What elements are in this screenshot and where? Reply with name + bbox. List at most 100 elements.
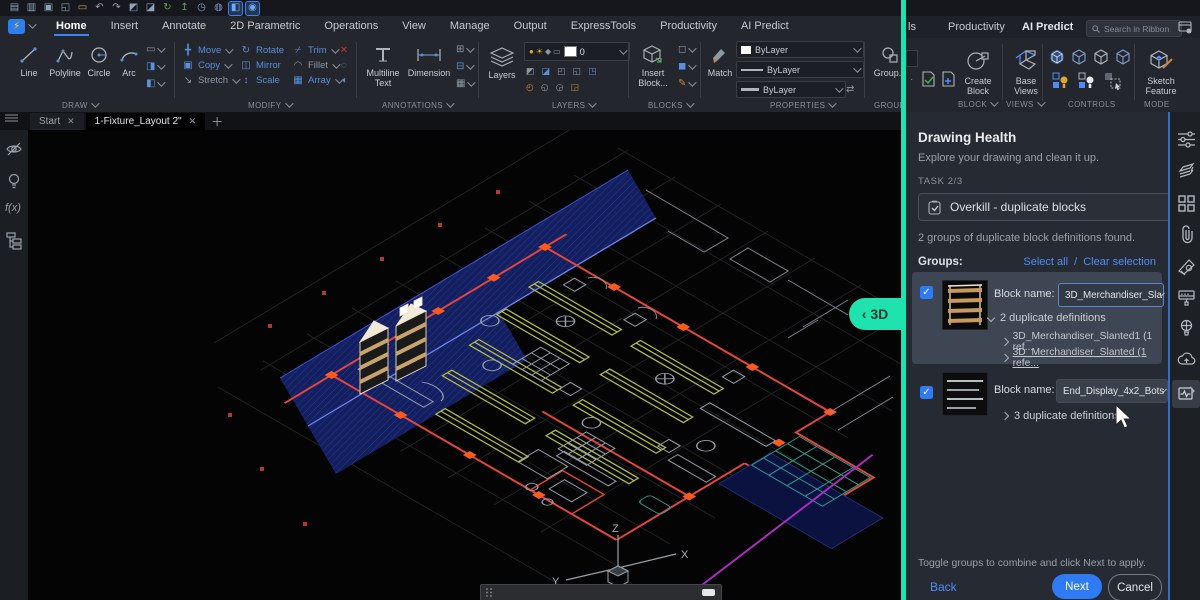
- cube-control-icon[interactable]: [1092, 48, 1110, 66]
- group2-checkbox[interactable]: ✓: [920, 386, 933, 399]
- cancel-button[interactable]: Cancel: [1108, 574, 1162, 600]
- modify-button[interactable]: ↕Scale: [240, 75, 284, 86]
- new-tab-button[interactable]: ＋: [211, 113, 223, 130]
- clear-selection-link[interactable]: Clear selection: [1083, 256, 1156, 268]
- multiline-text-button[interactable]: Multiline Text: [362, 42, 404, 88]
- close-icon[interactable]: ✕: [67, 116, 75, 127]
- properties-swap-icon[interactable]: ⇄: [846, 84, 854, 95]
- modify-button[interactable]: ◫Mirror: [240, 60, 284, 71]
- dimension-button[interactable]: Dimension: [406, 42, 452, 78]
- linetype-bylayer-dropdown[interactable]: ByLayer: [736, 61, 864, 78]
- create-block-button[interactable]: Create Block: [958, 46, 998, 97]
- menu-annotate[interactable]: Annotate: [150, 16, 218, 36]
- group1-checkbox[interactable]: ✓: [920, 286, 933, 299]
- menu-manage[interactable]: Manage: [438, 16, 502, 36]
- clock-icon[interactable]: ◷: [195, 2, 208, 15]
- doc-add-icon[interactable]: [940, 70, 956, 88]
- tile-bulb-icon[interactable]: [1052, 72, 1070, 92]
- modify-extra-button[interactable]: ◖: [338, 75, 350, 86]
- group1-dup-item[interactable]: 3D_Merchandiser_Slanted (1 refe...: [1002, 347, 1162, 369]
- menu-productivity[interactable]: Productivity: [948, 16, 1005, 38]
- open-file-icon[interactable]: ▥: [25, 2, 38, 15]
- cube-control-icon[interactable]: [1114, 48, 1132, 66]
- menu-operations[interactable]: Operations: [312, 16, 390, 36]
- duplicate-group-card-1[interactable]: ✓ Block name: 3D_Merchandiser_Sla 2 dupl…: [912, 272, 1162, 364]
- lineweight-bylayer-dropdown[interactable]: ByLayer: [736, 81, 846, 98]
- drawing-health-icon[interactable]: [1177, 384, 1196, 403]
- group2-dup-toggle[interactable]: 3 duplicate definitions: [1002, 410, 1120, 422]
- group2-blockname-dropdown[interactable]: End_Display_4x2_Bots: [1056, 379, 1168, 403]
- hamburger-icon[interactable]: [5, 114, 19, 123]
- cloud-upload-icon[interactable]: [1177, 350, 1196, 369]
- globe-icon[interactable]: ◍: [212, 2, 225, 15]
- attachments-paperclip-icon[interactable]: [1177, 225, 1196, 244]
- hide-objects-icon[interactable]: [5, 140, 23, 158]
- arc-button[interactable]: Arc: [112, 42, 146, 78]
- task-box[interactable]: Overkill - duplicate blocks: [918, 193, 1176, 221]
- modify-extra-button[interactable]: ✕: [338, 45, 350, 56]
- menu-cut-label[interactable]: ls: [908, 16, 916, 38]
- publish-icon[interactable]: ↥: [178, 2, 191, 15]
- modify-button[interactable]: ◠Fillet: [292, 60, 341, 71]
- group1-blockname-dropdown[interactable]: 3D_Merchandiser_Sla: [1058, 283, 1164, 307]
- color-bylayer-dropdown[interactable]: ByLayer: [736, 41, 864, 58]
- polyline-button[interactable]: Polyline: [48, 42, 82, 78]
- app-logo-icon[interactable]: ⚡: [8, 19, 25, 34]
- menu-home[interactable]: Home: [44, 16, 99, 36]
- properties-sliders-icon[interactable]: [1177, 130, 1196, 149]
- modify-button[interactable]: ↘Stretch: [182, 75, 238, 86]
- command-line-bar[interactable]: [480, 584, 722, 600]
- redo-icon[interactable]: ↷: [110, 2, 123, 15]
- new-file-icon[interactable]: ▤: [8, 2, 21, 15]
- layer-state-bar[interactable]: ●☀◆▭ 0: [524, 42, 630, 61]
- menu-expresstools[interactable]: ExpressTools: [559, 16, 648, 36]
- doc-check-icon[interactable]: [920, 70, 936, 88]
- viewcube-control-icon[interactable]: [1048, 48, 1066, 66]
- partial-dropdown[interactable]: [906, 50, 918, 67]
- xref-icon[interactable]: ◩: [127, 2, 140, 15]
- command-grip-icon[interactable]: [485, 587, 495, 598]
- tab-start[interactable]: Start✕: [30, 113, 84, 130]
- tile-bulb-icon[interactable]: [1078, 72, 1096, 92]
- menu-insert[interactable]: Insert: [99, 16, 151, 36]
- base-views-button[interactable]: Base Views: [1006, 46, 1046, 97]
- refresh-icon[interactable]: ↻: [161, 2, 174, 15]
- keyboard-toggle-icon[interactable]: [702, 589, 715, 596]
- world-ucs-icon[interactable]: ◉: [246, 2, 259, 15]
- modify-button[interactable]: ╋Move: [182, 45, 238, 56]
- modify-button[interactable]: ▦Array: [292, 75, 341, 86]
- 3d-mode-flyout-button[interactable]: ‹ 3D: [849, 298, 901, 330]
- layers-button[interactable]: Layers: [484, 44, 520, 80]
- close-icon[interactable]: ✕: [189, 116, 197, 127]
- menu-2d-parametric[interactable]: 2D Parametric: [218, 16, 312, 36]
- menu-productivity[interactable]: Productivity: [648, 16, 729, 36]
- paint-panel-icon[interactable]: [1177, 288, 1196, 307]
- menu-ai-predict[interactable]: AI Predict: [1022, 16, 1073, 38]
- structure-tree-icon[interactable]: [5, 232, 23, 250]
- cube-control-icon[interactable]: [1070, 48, 1088, 66]
- line-button[interactable]: Line: [12, 42, 46, 78]
- undo-icon[interactable]: ↶: [93, 2, 106, 15]
- match-properties-button[interactable]: Match: [704, 42, 736, 78]
- viewcube-toggle-icon[interactable]: ◧: [229, 2, 242, 15]
- modify-extra-button[interactable]: ◌: [338, 60, 350, 71]
- assistant-balloon-icon[interactable]: [1177, 319, 1196, 338]
- menu-ai-predict[interactable]: AI Predict: [729, 16, 801, 36]
- back-link[interactable]: Back: [930, 580, 957, 594]
- modify-button[interactable]: ↻Rotate: [240, 45, 284, 56]
- menu-view[interactable]: View: [390, 16, 438, 36]
- ribbon-options-icon[interactable]: [1178, 20, 1193, 34]
- ribbon-search-input[interactable]: Search in Ribbon: [1086, 20, 1182, 37]
- fx-expression-icon[interactable]: f(x): [5, 202, 23, 220]
- selection-tile-icon[interactable]: [1104, 72, 1124, 92]
- sketch-feature-button[interactable]: Sketch Feature: [1138, 46, 1184, 97]
- logo-chevron-icon[interactable]: [28, 20, 36, 28]
- save-as-icon[interactable]: ◱: [59, 2, 72, 15]
- modify-button[interactable]: ⌿Trim: [292, 45, 341, 56]
- blocks-panel-icon[interactable]: [1177, 194, 1196, 213]
- select-all-link[interactable]: Select all: [1023, 256, 1068, 268]
- layers-panel-icon[interactable]: [1177, 162, 1196, 181]
- drawing-viewport[interactable]: Z X Y: [28, 130, 901, 600]
- lightbulb-icon[interactable]: [5, 172, 23, 190]
- next-button[interactable]: Next: [1052, 574, 1102, 599]
